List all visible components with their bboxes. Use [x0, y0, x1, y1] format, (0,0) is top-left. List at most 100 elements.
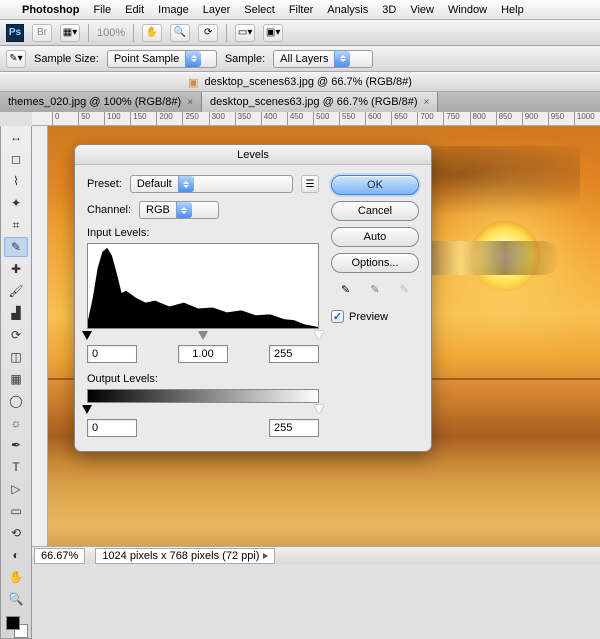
eyedropper-preset-icon[interactable]: ✎▾ [6, 50, 26, 68]
zoom-level[interactable]: 100% [97, 27, 125, 39]
input-gamma-field[interactable] [178, 345, 228, 363]
eraser-tool[interactable]: ◫ [4, 347, 28, 367]
preview-label[interactable]: Preview [349, 311, 388, 323]
rotate-view-button[interactable]: ⟳ [198, 24, 218, 42]
options-button[interactable]: Options... [331, 253, 419, 273]
brush-tool[interactable]: 🖌 [4, 281, 28, 301]
preview-checkbox[interactable]: ✓ [331, 310, 344, 323]
dodge-tool[interactable]: ☼ [4, 413, 28, 433]
status-bar: 66.67% 1024 pixels x 768 pixels (72 ppi) [0, 546, 600, 564]
screen-mode-button[interactable]: ▣▾ [263, 24, 283, 42]
sample-size-select[interactable]: Point Sample [107, 50, 217, 68]
input-levels-label: Input Levels: [87, 227, 149, 239]
bridge-button[interactable]: Br [32, 24, 52, 42]
menu-3d[interactable]: 3D [382, 4, 396, 16]
menu-help[interactable]: Help [501, 4, 524, 16]
wand-tool[interactable]: ✦ [4, 193, 28, 213]
midtone-slider-handle[interactable] [198, 331, 208, 340]
shadow-slider-handle[interactable] [82, 331, 92, 340]
output-white-field[interactable] [269, 419, 319, 437]
document-title-bar: ▣ desktop_scenes63.jpg @ 66.7% (RGB/8#) [0, 72, 600, 92]
menu-file[interactable]: File [93, 4, 111, 16]
input-black-field[interactable] [87, 345, 137, 363]
highlight-slider-handle[interactable] [314, 331, 324, 340]
tool-options-bar: ✎▾ Sample Size: Point Sample Sample: All… [0, 46, 600, 72]
document-tab[interactable]: desktop_scenes63.jpg @ 66.7% (RGB/8#) × [202, 92, 438, 112]
histogram[interactable] [87, 243, 319, 329]
ruler-tick: 950 [548, 112, 574, 125]
menu-filter[interactable]: Filter [289, 4, 313, 16]
document-title: desktop_scenes63.jpg @ 66.7% (RGB/8#) [204, 76, 411, 88]
shape-tool[interactable]: ▭ [4, 501, 28, 521]
zoom-tool[interactable]: 🔍 [4, 589, 28, 609]
preset-menu-icon[interactable]: ☰ [301, 175, 319, 193]
move-tool[interactable]: ↔ [4, 127, 28, 147]
type-tool[interactable]: T [4, 457, 28, 477]
output-gradient[interactable] [87, 389, 319, 403]
pen-tool[interactable]: ✒ [4, 435, 28, 455]
ruler-tick: 900 [522, 112, 548, 125]
color-swatches[interactable] [4, 614, 28, 638]
ruler-tick: 700 [417, 112, 443, 125]
app-name[interactable]: Photoshop [22, 4, 79, 16]
menu-layer[interactable]: Layer [203, 4, 231, 16]
output-levels-label: Output Levels: [87, 373, 319, 385]
sample-layers-select[interactable]: All Layers [273, 50, 373, 68]
close-icon[interactable]: × [424, 97, 430, 108]
menu-window[interactable]: Window [448, 4, 487, 16]
eyedropper-tool[interactable]: ✎ [4, 237, 28, 257]
lasso-tool[interactable]: ⌇ [4, 171, 28, 191]
history-brush-tool[interactable]: ⟳ [4, 325, 28, 345]
menu-select[interactable]: Select [244, 4, 275, 16]
blur-tool[interactable]: ◯ [4, 391, 28, 411]
input-white-field[interactable] [269, 345, 319, 363]
preset-select[interactable]: Default [130, 175, 293, 193]
horizontal-ruler[interactable]: 0501001502002503003504004505005506006507… [32, 112, 600, 126]
3d-rotate-tool[interactable]: ⟲ [4, 523, 28, 543]
zoom-tool-button[interactable]: 🔍 [170, 24, 190, 42]
input-slider[interactable] [87, 331, 319, 341]
crop-tool[interactable]: ⌗ [4, 215, 28, 235]
white-point-eyedropper-icon[interactable]: ✎ [400, 283, 409, 296]
hand-tool-button[interactable]: ✋ [142, 24, 162, 42]
ruler-tick: 800 [470, 112, 496, 125]
tab-label: desktop_scenes63.jpg @ 66.7% (RGB/8#) [210, 96, 417, 108]
hand-tool[interactable]: ✋ [4, 567, 28, 587]
auto-button[interactable]: Auto [331, 227, 419, 247]
output-white-handle[interactable] [314, 405, 324, 414]
cancel-button[interactable]: Cancel [331, 201, 419, 221]
path-select-tool[interactable]: ▷ [4, 479, 28, 499]
menu-image[interactable]: Image [158, 4, 189, 16]
healing-tool[interactable]: ✚ [4, 259, 28, 279]
document-info[interactable]: 1024 pixels x 768 pixels (72 ppi) [95, 548, 275, 564]
document-tab[interactable]: themes_020.jpg @ 100% (RGB/8#) × [0, 92, 202, 112]
output-black-field[interactable] [87, 419, 137, 437]
ok-button[interactable]: OK [331, 175, 419, 195]
black-point-eyedropper-icon[interactable]: ✎ [341, 283, 350, 296]
stamp-tool[interactable]: ▟ [4, 303, 28, 323]
dialog-title[interactable]: Levels [75, 145, 431, 165]
ruler-tick: 850 [496, 112, 522, 125]
tools-panel: ↔◻⌇✦⌗✎✚🖌▟⟳◫▦◯☼✒T▷▭⟲◐✋🔍 [0, 126, 32, 639]
vertical-ruler[interactable] [32, 126, 48, 546]
ruler-tick: 50 [78, 112, 104, 125]
ruler-tick: 0 [52, 112, 78, 125]
view-extras-button[interactable]: ▦▾ [60, 24, 80, 42]
zoom-percentage[interactable]: 66.67% [34, 548, 85, 564]
mac-menu-bar: Photoshop File Edit Image Layer Select F… [0, 0, 600, 20]
close-icon[interactable]: × [187, 97, 193, 108]
foreground-color-swatch[interactable] [6, 616, 20, 630]
output-black-handle[interactable] [82, 405, 92, 414]
channel-select[interactable]: RGB [139, 201, 219, 219]
arrange-documents-button[interactable]: ▭▾ [235, 24, 255, 42]
gradient-tool[interactable]: ▦ [4, 369, 28, 389]
menu-edit[interactable]: Edit [125, 4, 144, 16]
marquee-tool[interactable]: ◻ [4, 149, 28, 169]
ruler-tick: 100 [104, 112, 130, 125]
gray-point-eyedropper-icon[interactable]: ✎ [370, 283, 379, 296]
menu-view[interactable]: View [410, 4, 434, 16]
menu-analysis[interactable]: Analysis [327, 4, 368, 16]
chevron-right-icon[interactable] [263, 550, 268, 562]
3d-orbit-tool[interactable]: ◐ [4, 545, 28, 565]
output-slider[interactable] [87, 405, 319, 415]
